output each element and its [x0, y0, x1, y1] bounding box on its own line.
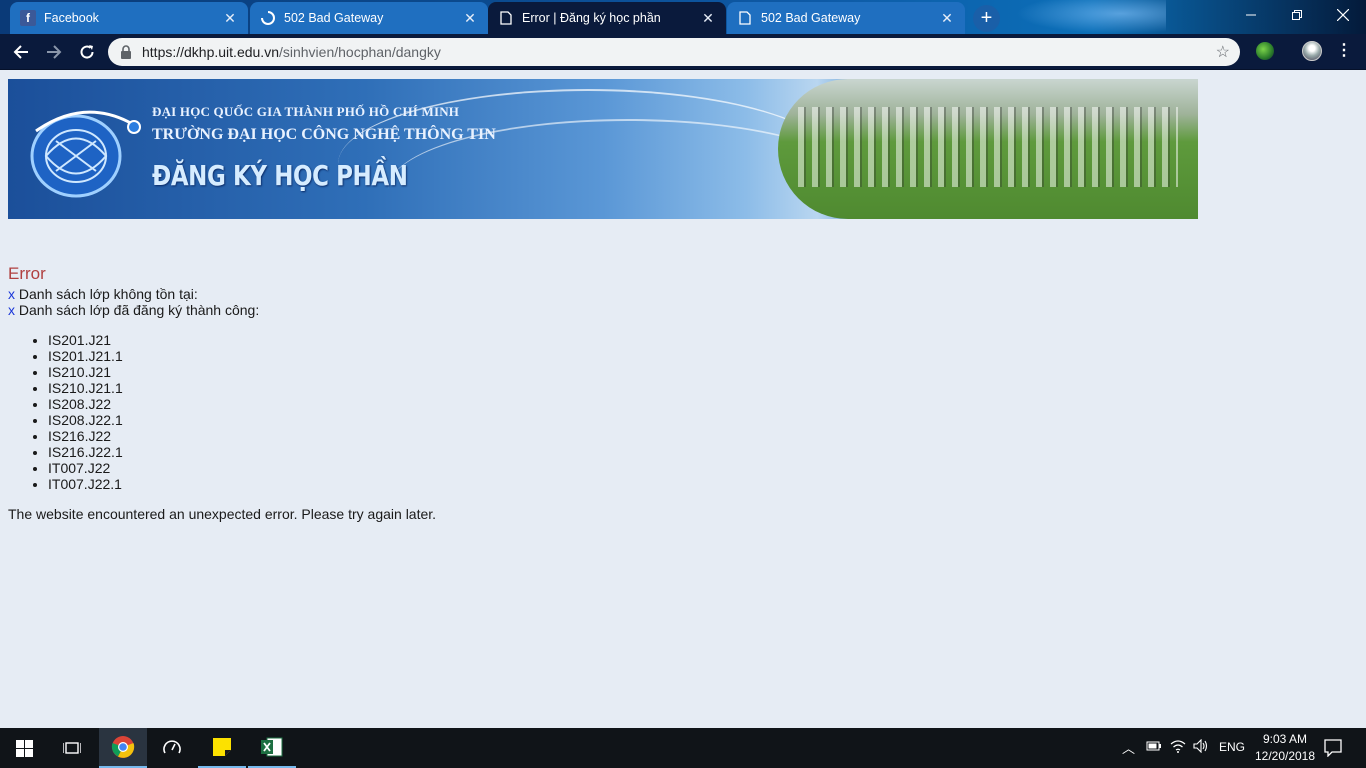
clock-date: 12/20/2018	[1254, 749, 1316, 763]
restore-icon[interactable]	[1274, 0, 1320, 30]
excel-icon[interactable]	[248, 728, 296, 768]
tab-title: Facebook	[44, 11, 99, 25]
list-item: IS210.J21.1	[48, 380, 1208, 396]
message-classes-not-exist: x Danh sách lớp không tồn tại:	[8, 286, 1208, 302]
close-icon[interactable]: ✕	[222, 10, 238, 26]
close-window-icon[interactable]	[1320, 0, 1366, 30]
reload-icon[interactable]	[75, 40, 99, 64]
sticky-notes-icon[interactable]	[198, 728, 246, 768]
facebook-icon: f	[20, 10, 36, 26]
error-footer-message: The website encountered an unexpected er…	[8, 506, 437, 522]
bookmark-star-icon[interactable]: ☆	[1216, 42, 1230, 62]
new-tab-button[interactable]: +	[973, 5, 1000, 32]
volume-icon[interactable]	[1193, 738, 1209, 756]
uit-logo-icon	[30, 110, 141, 198]
chrome-icon[interactable]	[99, 728, 147, 768]
students-photo-figures	[798, 107, 1178, 187]
tab-strip: f Facebook ✕ 502 Bad Gateway ✕ Error | Đ…	[0, 0, 1366, 34]
banner-university-name: ĐẠI HỌC QUỐC GIA THÀNH PHỐ HỒ CHÍ MINH	[152, 104, 460, 119]
banner-page-heading: ĐĂNG KÝ HỌC PHẦN	[152, 159, 408, 192]
theme-decoration	[1016, 0, 1166, 34]
x-mark: x	[8, 302, 15, 318]
taskbar-clock[interactable]: 9:03 AM 12/20/2018	[1250, 731, 1320, 765]
speedometer-icon[interactable]	[148, 728, 196, 768]
notification-icon[interactable]	[1324, 739, 1342, 760]
tab-bad-gateway-2[interactable]: 502 Bad Gateway ✕	[727, 2, 965, 34]
banner-school-name: TRƯỜNG ĐẠI HỌC CÔNG NGHỆ THÔNG TIN	[152, 126, 496, 143]
tab-title: 502 Bad Gateway	[761, 11, 861, 25]
battery-icon[interactable]	[1146, 740, 1162, 755]
error-title: Error	[8, 264, 46, 283]
tab-error-dang-ky[interactable]: Error | Đăng ký học phần ✕	[488, 2, 726, 34]
list-item: IS216.J22.1	[48, 444, 1208, 460]
registered-class-list: IS201.J21 IS201.J21.1 IS210.J21 IS210.J2…	[48, 332, 1208, 492]
list-item: IS216.J22	[48, 428, 1208, 444]
close-icon[interactable]: ✕	[700, 10, 716, 26]
address-bar[interactable]: https://dkhp.uit.edu.vn/sinhvien/hocphan…	[108, 38, 1240, 66]
site-banner: ĐẠI HỌC QUỐC GIA THÀNH PHỐ HỒ CHÍ MINH T…	[8, 79, 1198, 219]
close-icon[interactable]: ✕	[462, 10, 478, 26]
minimize-icon[interactable]	[1228, 0, 1274, 30]
wifi-icon[interactable]	[1170, 739, 1186, 756]
lock-icon	[121, 45, 131, 59]
page-icon	[737, 10, 753, 26]
browser-toolbar: https://dkhp.uit.edu.vn/sinhvien/hocphan…	[0, 34, 1366, 70]
back-icon[interactable]	[9, 40, 33, 64]
list-item: IS210.J21	[48, 364, 1208, 380]
list-item: IS208.J22.1	[48, 412, 1208, 428]
list-item: IS201.J21.1	[48, 348, 1208, 364]
url-path: /sinhvien/hocphan/dangky	[278, 44, 441, 60]
tab-bad-gateway-1[interactable]: 502 Bad Gateway ✕	[250, 2, 488, 34]
profile-avatar[interactable]	[1302, 41, 1322, 61]
close-icon[interactable]: ✕	[939, 10, 955, 26]
list-item: IT007.J22	[48, 460, 1208, 476]
task-view-icon[interactable]	[48, 728, 96, 768]
chevron-up-icon[interactable]: ︿	[1122, 738, 1135, 757]
tab-title: Error | Đăng ký học phần	[522, 11, 661, 25]
tab-facebook[interactable]: f Facebook ✕	[10, 2, 248, 34]
windows-start-icon[interactable]	[0, 728, 48, 768]
page-icon	[498, 10, 514, 26]
error-content: Error x Danh sách lớp không tồn tại: x D…	[8, 264, 1208, 522]
clock-time: 9:03 AM	[1262, 732, 1308, 746]
students-photo	[778, 79, 1198, 219]
forward-icon[interactable]	[42, 40, 66, 64]
extension-icon[interactable]	[1256, 42, 1274, 60]
tab-title: 502 Bad Gateway	[284, 11, 384, 25]
message-text: Danh sách lớp không tồn tại:	[15, 286, 198, 302]
more-menu-icon[interactable]: ⋮	[1334, 40, 1354, 62]
loading-icon	[260, 10, 276, 26]
message-text: Danh sách lớp đã đăng ký thành công:	[15, 302, 260, 318]
message-classes-registered: x Danh sách lớp đã đăng ký thành công:	[8, 302, 1208, 318]
taskbar: ︿	[0, 728, 1366, 768]
url-host: https://dkhp.uit.edu.vn	[142, 44, 279, 60]
list-item: IS208.J22	[48, 396, 1208, 412]
list-item: IT007.J22.1	[48, 476, 1208, 492]
list-item: IS201.J21	[48, 332, 1208, 348]
input-language-indicator[interactable]: ENG	[1219, 740, 1245, 754]
x-mark: x	[8, 286, 15, 302]
